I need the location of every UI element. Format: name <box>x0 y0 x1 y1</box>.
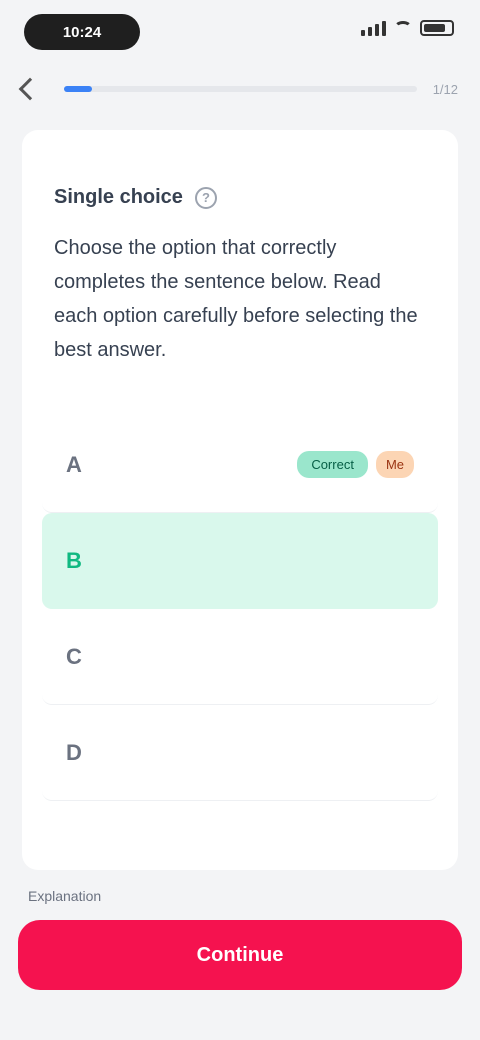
option-letter: D <box>66 739 82 765</box>
question-body: Choose the option that correctly complet… <box>54 237 418 361</box>
option-letter: B <box>66 548 82 573</box>
my-answer-badge: Me <box>375 451 414 478</box>
option-b[interactable]: B <box>42 513 438 609</box>
option-letter: C <box>66 643 82 669</box>
option-d[interactable]: D <box>42 705 438 801</box>
correct-answer-badge: Correct <box>297 451 368 478</box>
status-icons <box>361 14 454 36</box>
continue-button[interactable]: Continue <box>18 920 462 990</box>
option-letter: A <box>66 451 82 477</box>
back-arrow-icon[interactable] <box>18 77 42 101</box>
progress-label: 1/12 <box>432 81 458 97</box>
signal-icon <box>361 20 386 36</box>
battery-icon <box>420 20 454 36</box>
progress-track <box>64 86 417 92</box>
nav-bar: 1/12 <box>0 66 480 112</box>
explanation-label[interactable]: Explanation <box>28 888 101 904</box>
status-time: 10:24 <box>24 14 140 50</box>
wifi-icon <box>394 21 412 35</box>
hint-icon[interactable]: ? <box>194 186 217 209</box>
option-tags: Correct Me <box>297 451 414 478</box>
question-title: Single choice <box>54 186 183 208</box>
option-c[interactable]: C <box>42 609 438 705</box>
question-title-row: Single choice ? <box>54 186 426 209</box>
status-bar: 10:24 <box>0 0 480 66</box>
progress-fill <box>64 86 93 92</box>
question-card: Single choice ? Choose the option that c… <box>22 130 458 870</box>
option-a[interactable]: A Correct Me <box>42 417 438 513</box>
